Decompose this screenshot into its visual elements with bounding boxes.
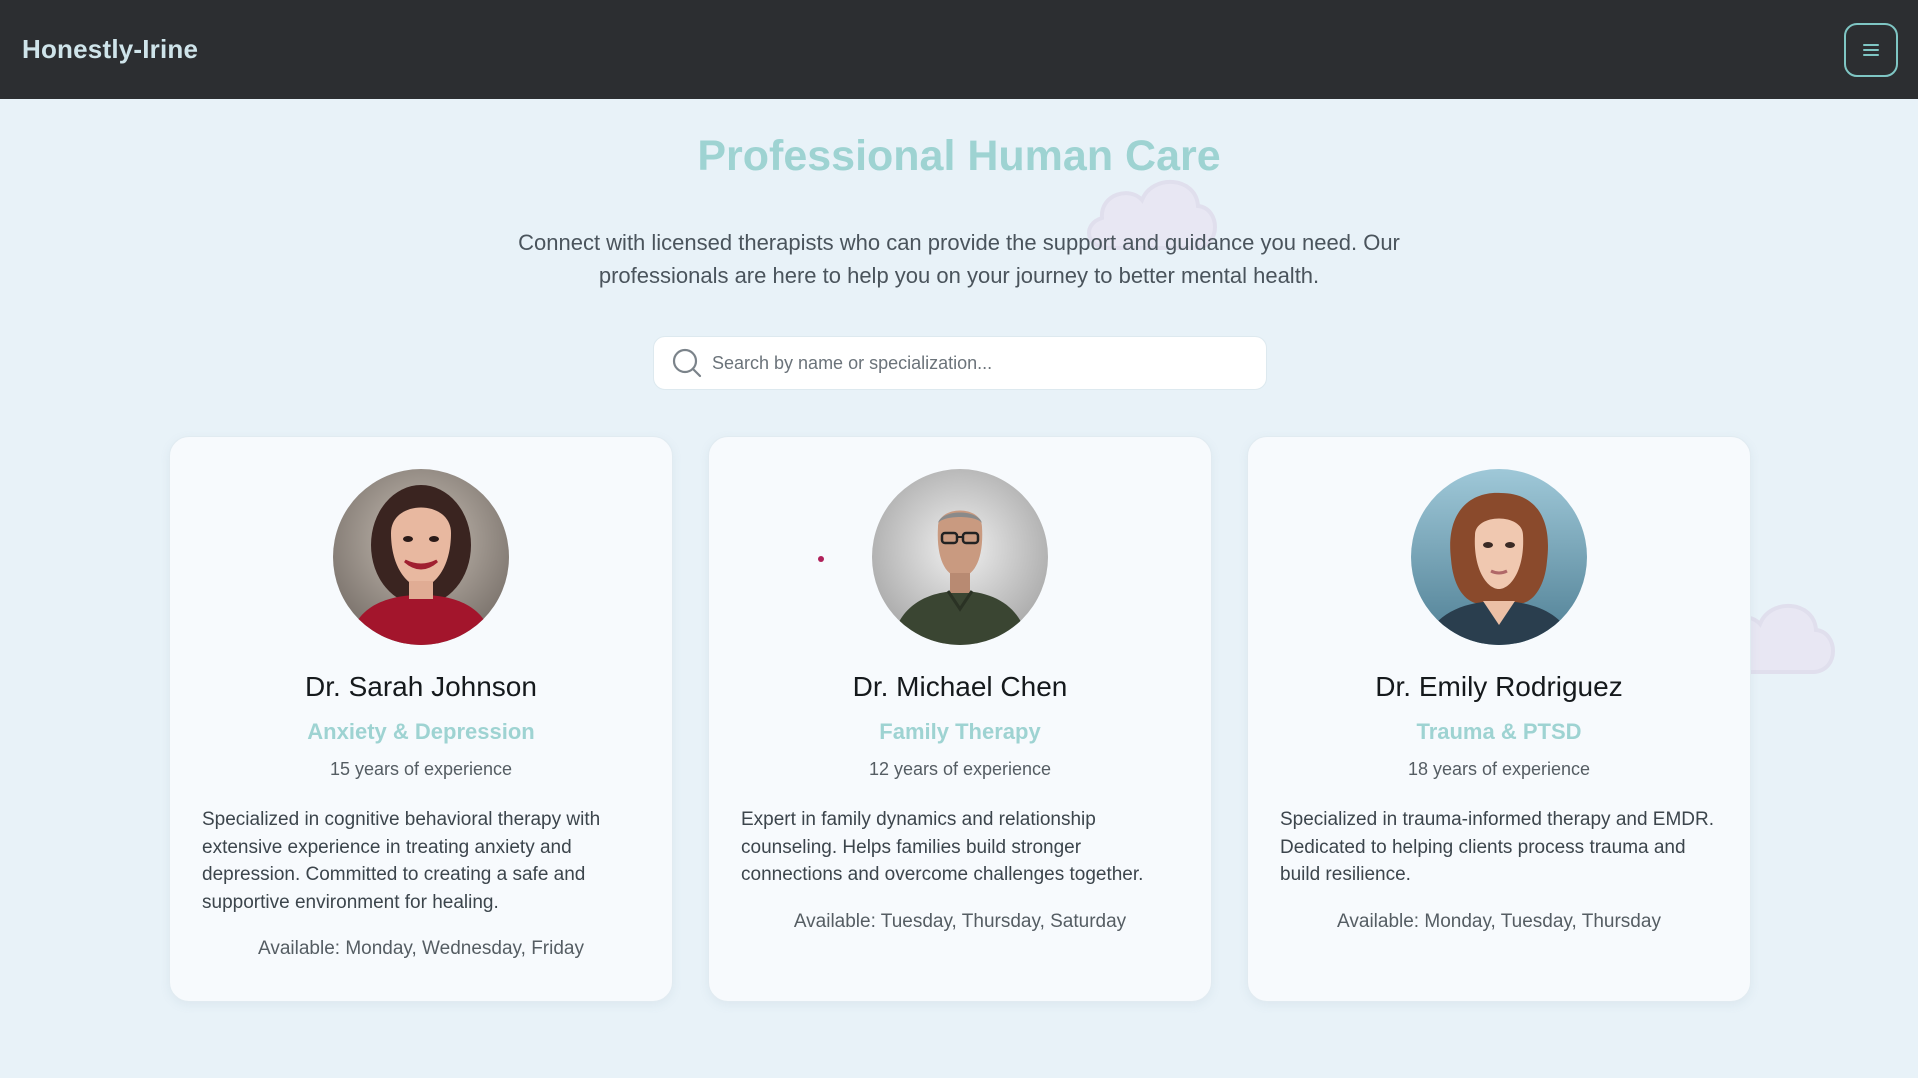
avatar: [333, 469, 509, 645]
hero-description: Connect with licensed therapists who can…: [518, 230, 1400, 288]
therapist-name: Dr. Sarah Johnson: [305, 671, 537, 702]
therapist-name: Dr. Michael Chen: [852, 671, 1068, 702]
top-navbar: Honestly-Irine: [0, 0, 1918, 99]
therapist-experience: 12 years of experience: [868, 759, 1052, 779]
avatar: [872, 469, 1048, 645]
therapist-name: Dr. Emily Rodriguez: [1375, 671, 1623, 702]
search-icon: [672, 348, 702, 378]
therapist-card[interactable]: Dr. Emily Rodriguez Trauma & PTSD 18 yea…: [1247, 436, 1751, 1002]
therapist-description: Specialized in trauma-informed therapy a…: [1280, 809, 1715, 885]
brand-logo[interactable]: Honestly-Irine: [22, 34, 198, 65]
avatar: [1411, 469, 1587, 645]
therapist-specialization: Family Therapy: [879, 719, 1041, 744]
search-bar[interactable]: [653, 336, 1267, 390]
therapist-availability: Available: Monday, Tuesday, Thursday: [1337, 910, 1661, 932]
therapist-specialization: Trauma & PTSD: [1416, 719, 1582, 744]
search-input[interactable]: [712, 337, 1266, 389]
therapist-description: Expert in family dynamics and relationsh…: [741, 809, 1144, 885]
therapist-description: Specialized in cognitive behavioral ther…: [202, 809, 601, 913]
therapist-availability: Available: Tuesday, Thursday, Saturday: [793, 910, 1127, 932]
hamburger-icon: [1863, 43, 1879, 56]
therapist-card[interactable]: Dr. Michael Chen Family Therapy 12 years…: [708, 436, 1212, 1002]
therapist-specialization: Anxiety & Depression: [307, 719, 535, 744]
page-title: Professional Human Care: [697, 132, 1221, 180]
menu-button[interactable]: [1844, 22, 1898, 77]
therapist-experience: 15 years of experience: [329, 759, 513, 779]
therapist-experience: 18 years of experience: [1407, 759, 1591, 779]
cursor-dot: [818, 556, 824, 562]
therapist-card[interactable]: Dr. Sarah Johnson Anxiety & Depression 1…: [169, 436, 673, 1002]
therapist-availability: Available: Monday, Wednesday, Friday: [258, 938, 584, 959]
